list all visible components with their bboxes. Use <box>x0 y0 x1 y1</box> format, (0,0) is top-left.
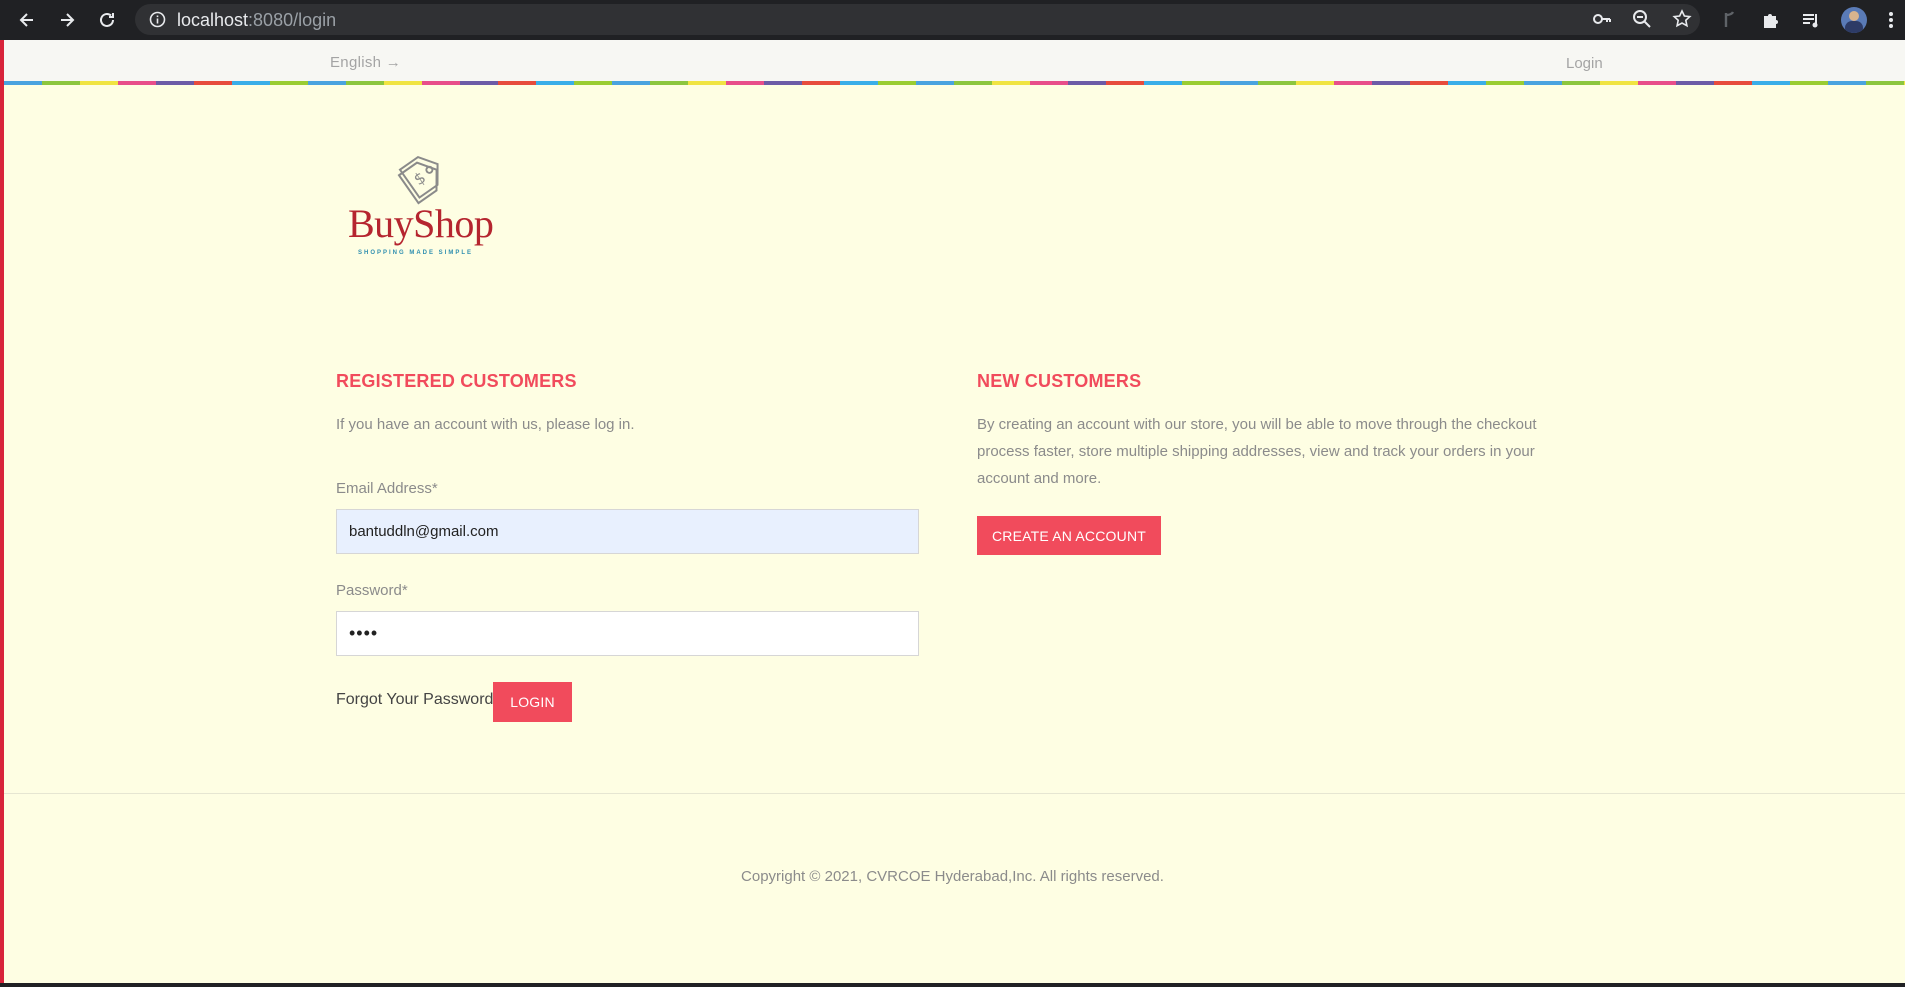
logo-tagline: SHOPPING MADE SIMPLE <box>358 250 474 256</box>
browser-toolbar: localhost:8080/login <box>0 0 1905 40</box>
logo-wordmark: BuyShop <box>348 201 494 246</box>
url-text[interactable]: localhost:8080/login <box>177 10 336 31</box>
avatar[interactable] <box>1841 7 1867 33</box>
copyright-text: Copyright © 2021, CVRCOE Hyderabad,Inc. … <box>741 868 1164 885</box>
info-icon[interactable] <box>149 11 166 28</box>
star-icon[interactable] <box>1672 9 1692 29</box>
email-field[interactable]: bantuddln@gmail.com <box>336 509 919 554</box>
back-icon[interactable] <box>15 8 39 32</box>
top-bar <box>4 40 1905 82</box>
key-icon[interactable] <box>1592 9 1612 29</box>
new-customers-text-line1: By creating an account with our store, y… <box>977 416 1537 433</box>
forgot-password-link[interactable]: Forgot Your Password? <box>336 691 502 709</box>
extension-icon[interactable] <box>1718 9 1740 31</box>
new-customers-text-line2: process faster, store multiple shipping … <box>977 443 1535 460</box>
reload-icon[interactable] <box>95 8 119 32</box>
create-account-button[interactable]: CREATE AN ACCOUNT <box>977 516 1161 555</box>
menu-icon[interactable] <box>1885 9 1897 31</box>
login-button[interactable]: LOGIN <box>493 682 572 722</box>
header-login-link[interactable]: Login <box>1566 55 1603 72</box>
password-field[interactable]: •••• <box>336 611 919 656</box>
new-customers-text-line3: account and more. <box>977 470 1102 487</box>
color-stripe <box>4 81 1905 85</box>
registered-intro: If you have an account with us, please l… <box>336 416 635 433</box>
footer-divider <box>4 793 1905 794</box>
puzzle-icon[interactable] <box>1760 9 1782 31</box>
registered-customers-heading: REGISTERED CUSTOMERS <box>336 371 577 391</box>
new-customers-heading: NEW CUSTOMERS <box>977 371 1142 391</box>
password-label: Password* <box>336 582 408 599</box>
left-edge-bar <box>0 40 4 987</box>
address-bar[interactable]: localhost:8080/login <box>135 4 1700 35</box>
language-selector[interactable]: English → <box>330 54 401 71</box>
media-icon[interactable] <box>1800 9 1822 31</box>
zoom-icon[interactable] <box>1632 9 1652 29</box>
forward-icon[interactable] <box>55 8 79 32</box>
bottom-edge <box>0 983 1905 987</box>
email-label: Email Address* <box>336 480 438 497</box>
